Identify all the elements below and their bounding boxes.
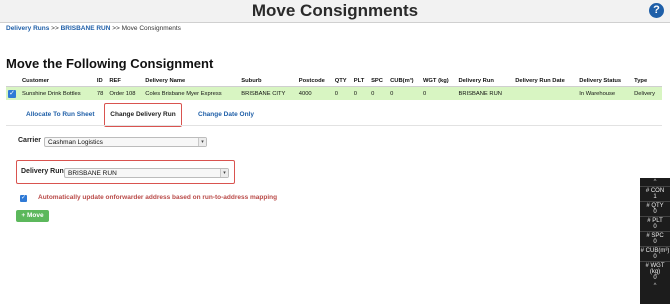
carrier-label: Carrier (18, 137, 41, 144)
tab-change-delivery-run[interactable]: Change Delivery Run (104, 103, 182, 127)
metric-value: 0 (653, 239, 657, 245)
column-header-type[interactable]: Type (632, 75, 662, 87)
page-title: Move Consignments (251, 1, 419, 20)
cell-spc: 0 (369, 86, 389, 100)
summary-metric-plt: # PLT 0 (640, 216, 670, 231)
consignment-table: Customer ID REF Delivery Name Suburb Pos… (6, 75, 662, 100)
cell-customer: Sunshine Drink Bottles (20, 86, 95, 100)
cell-type: Delivery (632, 86, 662, 100)
column-header-suburb[interactable]: Suburb (239, 75, 297, 87)
chevron-down-icon: ▾ (198, 138, 206, 146)
column-header-qty[interactable]: QTY (332, 75, 352, 87)
collapse-caret-icon[interactable]: ^ (640, 178, 670, 186)
delivery-run-select[interactable]: BRISBANE RUN ▾ (64, 168, 229, 178)
cell-delivery-run: BRISBANE RUN (456, 86, 514, 100)
tab-divider (6, 125, 662, 126)
move-button[interactable]: + Move (16, 210, 49, 222)
column-header-select (6, 75, 20, 87)
breadcrumb: Delivery Runs >> BRISBANE RUN >> Move Co… (6, 25, 181, 32)
section-title: Move the Following Consignment (6, 56, 214, 71)
breadcrumb-separator: >> (112, 25, 120, 32)
cell-delivery-status: In Warehouse (577, 86, 633, 100)
carrier-select[interactable]: Cashman Logistics ▾ (44, 137, 207, 147)
cell-delivery-name: Coles Brisbane Myer Express (143, 86, 240, 100)
top-bar: Move Consignments ? (0, 0, 670, 23)
cell-wgt: 0 (420, 86, 457, 100)
carrier-select-value: Cashman Logistics (48, 139, 103, 146)
breadcrumb-separator: >> (51, 25, 59, 32)
summary-metric-con: # CON 1 (640, 186, 670, 201)
summary-metric-cub: # CUB(m³) 0 (640, 246, 670, 261)
column-header-delivery-status[interactable]: Delivery Status (577, 75, 633, 87)
column-header-delivery-run[interactable]: Delivery Run (456, 75, 514, 87)
cell-plt: 0 (351, 86, 370, 100)
cell-delivery-run-date (513, 86, 578, 100)
metric-value: 0 (653, 275, 657, 281)
column-header-delivery-run-date[interactable]: Delivery Run Date (513, 75, 578, 87)
table-row[interactable]: ✓ Sunshine Drink Bottles 78 Order 108 Co… (6, 86, 662, 100)
tab-change-date-only[interactable]: Change Date Only (198, 111, 254, 118)
metric-value: 0 (653, 209, 657, 215)
cell-ref: Order 108 (107, 86, 144, 100)
metric-value: 1 (653, 194, 657, 200)
column-header-wgt[interactable]: WGT (kg) (420, 75, 457, 87)
auto-update-label: Automatically update onforwarder address… (38, 194, 278, 201)
metric-value: 0 (653, 254, 657, 260)
cell-cub: 0 (388, 86, 421, 100)
cell-postcode: 4000 (296, 86, 333, 100)
column-header-plt[interactable]: PLT (351, 75, 370, 87)
cell-qty: 0 (332, 86, 352, 100)
breadcrumb-current: Move Consignments (121, 25, 181, 32)
column-header-ref[interactable]: REF (107, 75, 144, 87)
breadcrumb-delivery-runs[interactable]: Delivery Runs (6, 25, 49, 32)
expand-caret-icon[interactable]: ^ (640, 282, 670, 290)
summary-metric-wgt: # WGT (kg) 0 (640, 261, 670, 282)
delivery-run-select-value: BRISBANE RUN (68, 170, 117, 177)
row-checkbox-cell[interactable]: ✓ (6, 86, 20, 100)
help-icon[interactable]: ? (649, 3, 664, 18)
auto-update-checkbox[interactable]: ✓ (20, 195, 27, 202)
tab-allocate-to-run-sheet[interactable]: Allocate To Run Sheet (26, 111, 95, 118)
cell-id: 78 (94, 86, 108, 100)
delivery-run-label: Delivery Run (21, 168, 64, 175)
cell-suburb: BRISBANE CITY (239, 86, 297, 100)
metric-value: 0 (653, 224, 657, 230)
column-header-id[interactable]: ID (94, 75, 108, 87)
metric-label: # WGT (kg) (645, 263, 665, 275)
column-header-customer[interactable]: Customer (20, 75, 95, 87)
chevron-down-icon: ▾ (220, 169, 228, 177)
summary-metric-spc: # SPC 0 (640, 231, 670, 246)
column-header-spc[interactable]: SPC (369, 75, 389, 87)
table-header-row: Customer ID REF Delivery Name Suburb Pos… (6, 75, 662, 87)
column-header-cub[interactable]: CUB(m³) (388, 75, 421, 87)
column-header-delivery-name[interactable]: Delivery Name (143, 75, 240, 87)
column-header-postcode[interactable]: Postcode (296, 75, 333, 87)
summary-side-panel: ^ # CON 1 # QTY 0 # PLT 0 # SPC 0 # CUB(… (640, 178, 670, 304)
breadcrumb-brisbane-run[interactable]: BRISBANE RUN (61, 25, 111, 32)
summary-metric-qty: # QTY 0 (640, 201, 670, 216)
row-checkbox[interactable]: ✓ (8, 89, 16, 98)
